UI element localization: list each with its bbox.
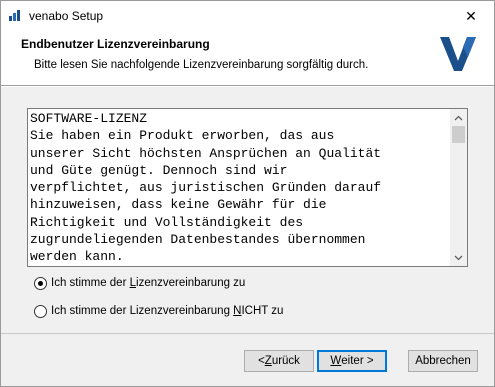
scroll-down-button[interactable] bbox=[450, 249, 467, 266]
close-icon: ✕ bbox=[465, 7, 477, 24]
scroll-thumb[interactable] bbox=[452, 126, 465, 143]
decline-license-option[interactable]: Ich stimme der Lizenzvereinbarung NICHT … bbox=[34, 303, 283, 319]
venabo-logo-icon bbox=[440, 37, 476, 71]
back-button[interactable]: < Zurück bbox=[244, 350, 314, 372]
scroll-up-button[interactable] bbox=[450, 109, 467, 126]
decline-radio[interactable] bbox=[34, 304, 47, 318]
back-label-post: urück bbox=[271, 355, 300, 367]
decline-label: Ich stimme der Lizenzvereinbarung NICHT … bbox=[51, 305, 283, 317]
cancel-button[interactable]: Abbrechen bbox=[408, 350, 478, 372]
page-subtitle: Bitte lesen Sie nachfolgende Lizenzverei… bbox=[34, 59, 369, 71]
setup-app-icon bbox=[9, 10, 20, 21]
accept-label-pre: Ich stimme der bbox=[51, 277, 130, 289]
back-label-accel: Z bbox=[264, 355, 272, 367]
wizard-header: Endbenutzer Lizenzvereinbarung Bitte les… bbox=[1, 31, 494, 85]
header-divider-highlight bbox=[1, 86, 494, 87]
footer-divider bbox=[1, 333, 494, 334]
accept-label-post: izenzvereinbarung zu bbox=[136, 277, 246, 289]
accept-label: Ich stimme der Lizenzvereinbarung zu bbox=[51, 277, 245, 289]
accept-radio[interactable] bbox=[34, 276, 47, 290]
title-bar: venabo Setup ✕ bbox=[1, 1, 494, 31]
next-label-accel: W bbox=[330, 355, 342, 367]
next-button[interactable]: Weiter > bbox=[317, 350, 387, 372]
accept-license-option[interactable]: Ich stimme der Lizenzvereinbarung zu bbox=[34, 275, 245, 291]
license-scrollbar[interactable] bbox=[450, 109, 467, 266]
chevron-down-icon bbox=[454, 255, 463, 260]
setup-window: venabo Setup ✕ Endbenutzer Lizenzvereinb… bbox=[0, 0, 495, 387]
chevron-up-icon bbox=[454, 115, 463, 120]
back-label-pre: < bbox=[258, 355, 265, 367]
close-button[interactable]: ✕ bbox=[448, 1, 494, 31]
window-title: venabo Setup bbox=[29, 9, 104, 23]
decline-label-post: ICHT zu bbox=[241, 305, 284, 317]
page-title: Endbenutzer Lizenzvereinbarung bbox=[21, 37, 210, 51]
next-label-post: eiter > bbox=[341, 355, 374, 367]
decline-label-pre: Ich stimme der Lizenzvereinbarung bbox=[51, 305, 234, 317]
license-text: SOFTWARE-LIZENZ Sie haben ein Produkt er… bbox=[30, 111, 382, 265]
license-textbox[interactable]: SOFTWARE-LIZENZ Sie haben ein Produkt er… bbox=[27, 108, 468, 267]
